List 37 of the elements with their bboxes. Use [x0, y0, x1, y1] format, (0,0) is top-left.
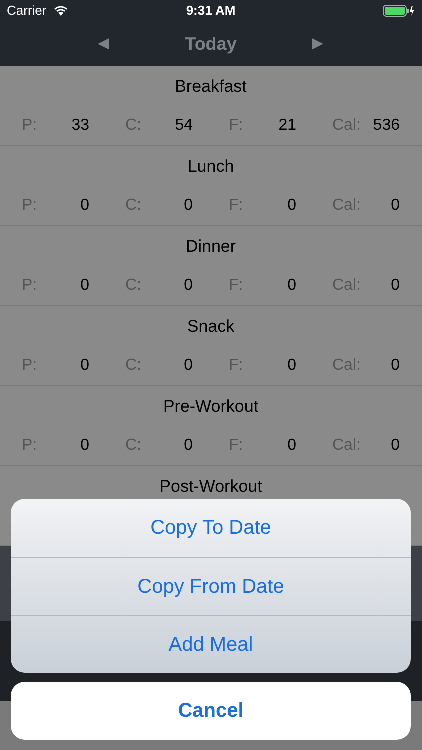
macro-value: 0 [391, 356, 400, 376]
macro-value: 0 [391, 196, 400, 216]
macro-value: 0 [184, 356, 193, 376]
meal-name: Snack [186, 316, 236, 338]
nav-title: Today [185, 32, 237, 56]
macro-value: 21 [278, 116, 296, 136]
macro-value: 0 [80, 276, 90, 296]
action-button[interactable]: Add Meal [11, 615, 411, 673]
macro-value: 0 [391, 276, 400, 296]
macro-value: 0 [184, 196, 193, 216]
next-day-button[interactable]: ▶ [312, 32, 324, 56]
meal-name: Dinner [184, 236, 238, 258]
macro-value: 0 [288, 196, 296, 216]
meal-name: Breakfast [174, 76, 248, 98]
macro-value: 0 [288, 276, 296, 296]
meal-name: Lunch [186, 156, 236, 178]
action-button[interactable]: Copy From Date [11, 557, 411, 615]
meal-name: Pre-Workout [162, 396, 260, 418]
macro-value: 33 [72, 116, 90, 136]
macro-value: 0 [391, 436, 400, 456]
clock-time: 9:31 AM [186, 2, 236, 20]
macro-value: 0 [288, 356, 296, 376]
cancel-button[interactable]: Cancel [11, 682, 411, 740]
macro-value: 0 [80, 196, 90, 216]
macro-value: 0 [184, 276, 193, 296]
macro-value: 0 [288, 436, 296, 456]
macro-value: 536 [373, 116, 400, 136]
macro-value: 0 [184, 436, 193, 456]
action-button[interactable]: Copy To Date [11, 499, 411, 557]
wifi-icon [54, 6, 68, 16]
macro-value: 0 [80, 436, 90, 456]
previous-day-button[interactable]: ◀ [98, 32, 110, 56]
macro-value: 0 [80, 356, 90, 376]
battery-icon [383, 5, 415, 17]
macro-value: 54 [175, 116, 193, 136]
carrier-label: Carrier [7, 2, 47, 20]
meal-name: Post-Workout [158, 476, 264, 498]
